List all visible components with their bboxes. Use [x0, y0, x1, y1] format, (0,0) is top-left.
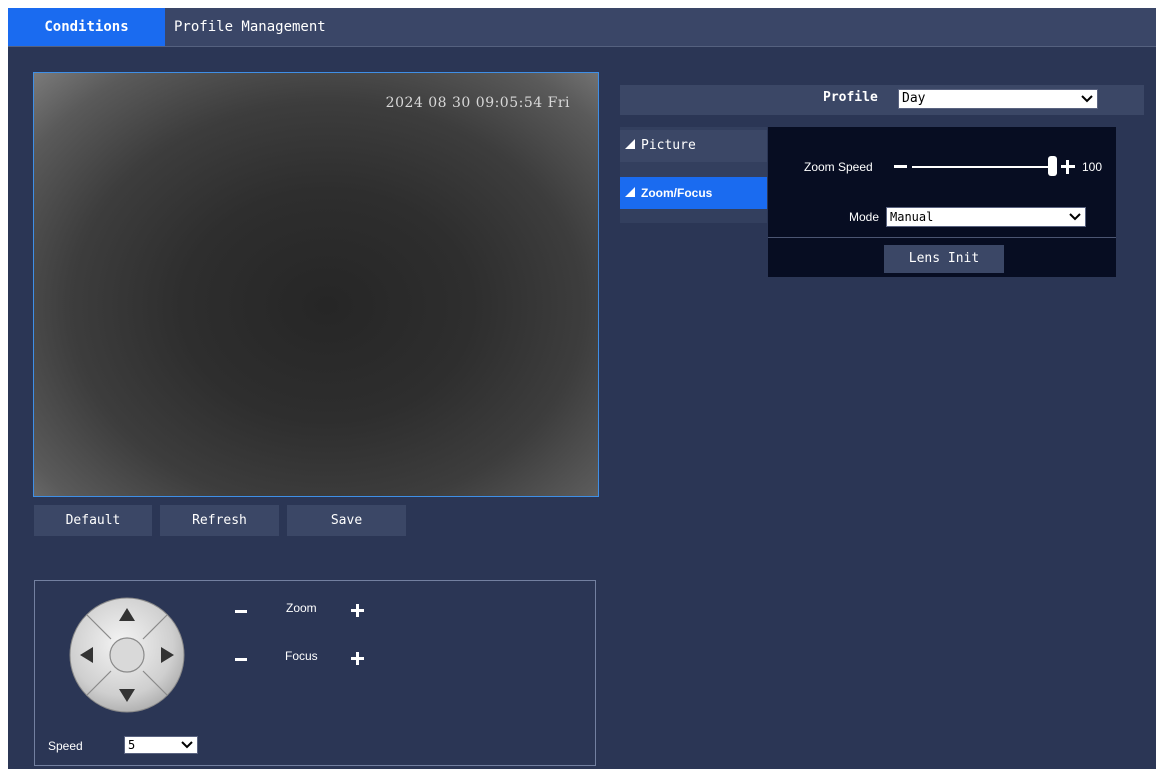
zoom-label: Zoom — [286, 601, 317, 615]
mode-select-value: Manual — [890, 210, 934, 224]
zoom-speed-label: Zoom Speed — [804, 160, 873, 174]
speed-select[interactable]: 5 — [124, 736, 198, 754]
profile-select-value: Day — [902, 91, 926, 106]
zoom-out-minus-icon[interactable] — [232, 601, 252, 621]
subnav-item-zoom-focus[interactable]: Zoom/Focus — [620, 177, 767, 209]
ptz-center-button[interactable] — [109, 637, 145, 673]
default-button[interactable]: Default — [34, 505, 152, 536]
ptz-control-panel: Zoom Focus Speed 5 — [34, 580, 596, 766]
mode-label: Mode — [849, 210, 880, 224]
panel-divider — [768, 237, 1116, 238]
live-video-preview: 2024 08 30 09:05:54 Fri — [33, 72, 599, 497]
speed-select-value: 5 — [128, 738, 136, 752]
top-tab-bar: Conditions Profile Management — [8, 8, 1156, 47]
zoom-speed-value: 100 — [1082, 160, 1103, 174]
zoom-speed-slider-thumb[interactable] — [1047, 156, 1057, 176]
refresh-button[interactable]: Refresh — [160, 505, 279, 536]
save-button[interactable]: Save — [287, 505, 406, 536]
triangle-icon — [625, 186, 635, 197]
tab-conditions[interactable]: Conditions — [8, 8, 165, 46]
zoom-speed-decrease-icon[interactable] — [892, 159, 910, 175]
chevron-down-icon — [1081, 95, 1093, 103]
speed-label: Speed — [48, 739, 83, 753]
focus-plus-icon[interactable] — [348, 649, 368, 669]
triangle-icon — [625, 138, 635, 149]
profile-select[interactable]: Day — [898, 89, 1098, 109]
zoom-in-plus-icon[interactable] — [348, 601, 368, 621]
chevron-down-icon — [1069, 213, 1081, 221]
mode-select[interactable]: Manual — [886, 207, 1086, 227]
page: Conditions Profile Management 2024 08 30… — [8, 8, 1156, 769]
subnav-item-label: Picture — [641, 138, 696, 153]
tab-profile-management[interactable]: Profile Management — [174, 8, 354, 46]
settings-subnav: Picture Zoom/Focus — [620, 127, 767, 223]
zoom-speed-increase-icon[interactable] — [1059, 158, 1077, 176]
subnav-item-picture[interactable]: Picture — [620, 130, 767, 162]
chevron-down-icon — [181, 741, 193, 749]
focus-minus-icon[interactable] — [232, 649, 252, 669]
lens-init-button[interactable]: Lens Init — [884, 245, 1004, 273]
focus-label: Focus — [285, 649, 318, 663]
direction-pad — [69, 597, 185, 713]
osd-timestamp: 2024 08 30 09:05:54 Fri — [385, 95, 570, 111]
zoom-speed-slider-track[interactable] — [912, 166, 1052, 168]
subnav-item-label: Zoom/Focus — [641, 186, 713, 200]
profile-label: Profile — [823, 90, 878, 105]
zoom-focus-panel: Zoom Speed 100 Mode Manual Lens Init — [768, 127, 1116, 277]
